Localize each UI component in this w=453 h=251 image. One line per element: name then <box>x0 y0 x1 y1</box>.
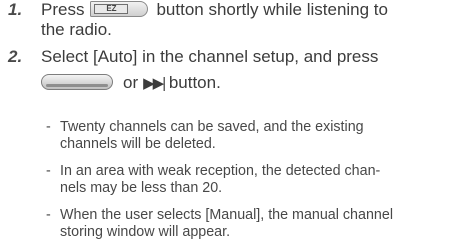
step-1-text: Press EZ button shortly while listening to… <box>41 0 388 40</box>
ez-button-icon: EZ <box>90 1 149 17</box>
note-item: - In an area with weak reception, the de… <box>46 163 446 197</box>
step-1-line-1: Press EZ button shortly while listening to <box>41 0 388 20</box>
step-number: 2. <box>8 47 23 66</box>
note-item: - When the user selects [Manual], the ma… <box>46 207 446 241</box>
skip-forward-icon: ▶▶| <box>143 75 166 92</box>
note-dash: - <box>46 119 51 135</box>
step-number: 1. <box>8 0 23 19</box>
step-2-text: Select [Auto] in the channel setup, and … <box>41 47 378 94</box>
note-line-1: When the user selects [Manual], the manu… <box>60 207 393 223</box>
step-2-line-2: or ▶▶| button. <box>41 73 378 94</box>
notes-list: - Twenty channels can be saved, and the … <box>46 119 446 251</box>
step-2-text-after: button. <box>168 73 221 92</box>
step-2-line-1: Select [Auto] in the channel setup, and … <box>41 47 379 66</box>
step-2-text-or: or <box>123 73 139 92</box>
rect-button-icon <box>41 74 113 90</box>
note-item: - Twenty channels can be saved, and the … <box>46 119 446 153</box>
note-dash: - <box>46 207 51 223</box>
note-line-2: storing window will appear. <box>60 224 231 240</box>
note-line-2: channels will be deleted. <box>60 136 216 152</box>
ez-button-label: EZ <box>94 4 129 14</box>
step-1-text-before: Press <box>41 0 85 19</box>
step-1-line-2: the radio. <box>41 20 112 39</box>
note-line-1: Twenty channels can be saved, and the ex… <box>60 119 364 135</box>
note-line-2: nels may be less than 20. <box>60 180 223 196</box>
step-1-text-after: button shortly while listening to <box>156 0 388 19</box>
note-line-1: In an area with weak reception, the dete… <box>60 163 381 179</box>
note-dash: - <box>46 163 51 179</box>
